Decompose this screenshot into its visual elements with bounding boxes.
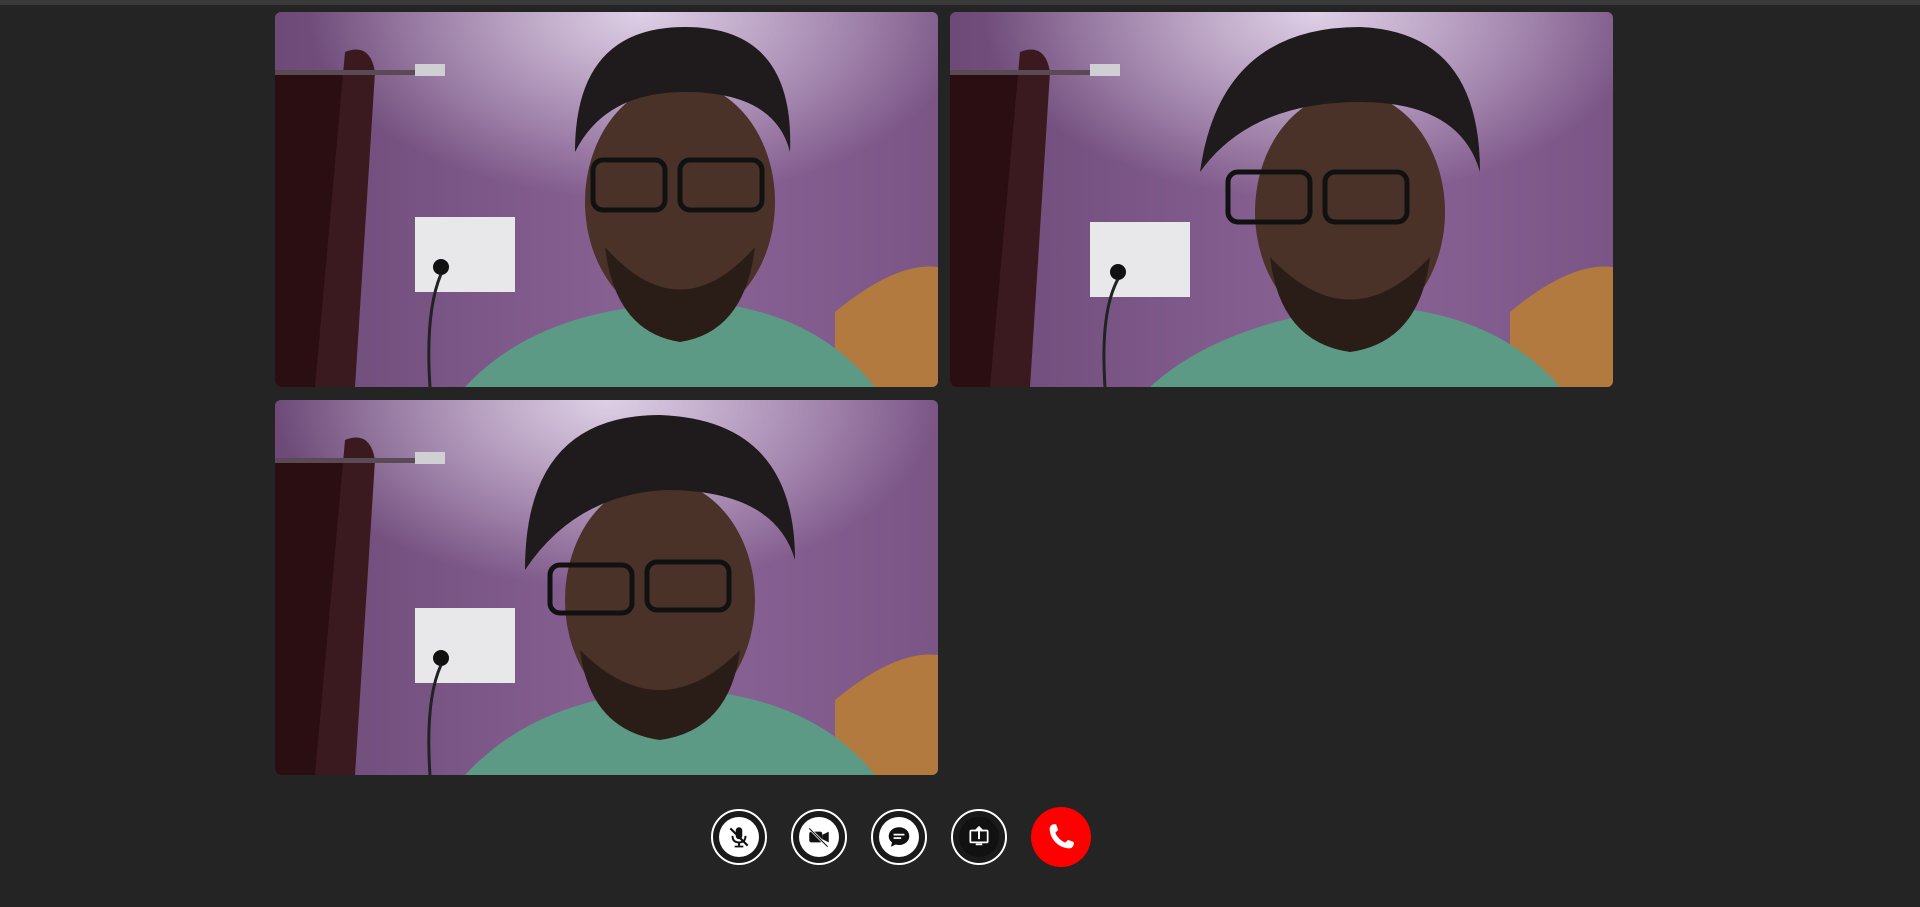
participant-video xyxy=(950,12,1613,387)
mute-mic-button[interactable] xyxy=(711,809,767,865)
call-controls xyxy=(0,807,1920,873)
window-top-strip xyxy=(0,0,1920,5)
toggle-camera-button[interactable] xyxy=(791,809,847,865)
chat-icon xyxy=(888,827,910,847)
screen-share-icon xyxy=(969,825,989,846)
participant-video xyxy=(275,400,938,775)
participant-tile[interactable] xyxy=(950,12,1613,387)
participant-video xyxy=(275,12,938,387)
participant-tile[interactable] xyxy=(275,400,938,775)
chat-button[interactable] xyxy=(871,809,927,865)
participant-tile[interactable] xyxy=(275,12,938,387)
camera-off-icon xyxy=(808,827,829,848)
phone-end-icon xyxy=(1049,824,1074,849)
share-screen-button[interactable] xyxy=(951,809,1007,865)
end-call-button[interactable] xyxy=(1031,807,1091,867)
mic-off-icon xyxy=(729,827,749,848)
